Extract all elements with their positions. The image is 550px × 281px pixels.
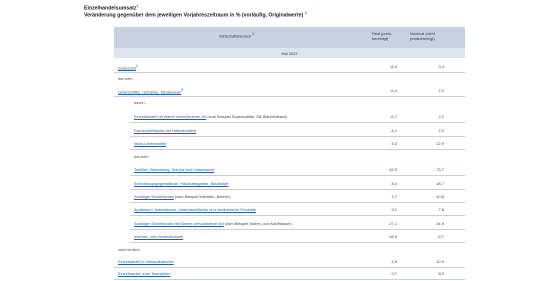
nominal-value: 12,9 bbox=[436, 141, 444, 146]
row-divider bbox=[130, 121, 465, 123]
row-link[interactable]: Sonstiger Einzelhandel bbox=[134, 194, 174, 199]
row-link[interactable]: Einrichtungsgegenstände, Haushaltsgeräte… bbox=[134, 181, 229, 186]
real-value: -6,4 bbox=[390, 88, 397, 93]
real-value: -8,4 bbox=[390, 64, 397, 69]
real-value: 8,4 bbox=[391, 181, 397, 186]
real-value: 2,9 bbox=[391, 259, 397, 264]
nominal-value: 18,7 bbox=[436, 181, 444, 186]
table-header: Wirtschaftsbereich 3 Real (preis-bereini… bbox=[114, 27, 465, 48]
page-subtitle: Veränderung gegenüber dem jeweiligen Vor… bbox=[84, 11, 307, 19]
nominal-value: 73,7 bbox=[436, 167, 444, 172]
row-link[interactable]: Lebensmittel, Getränke, Tabakwaren bbox=[118, 89, 181, 94]
period-header: Mai 2022 bbox=[114, 48, 465, 58]
section-label: davon: bbox=[134, 100, 146, 105]
table-row-label: Sonstiger Einzelhandel (zum Beispiel Int… bbox=[134, 194, 230, 199]
row-divider bbox=[130, 241, 465, 243]
header-wirtschaftsbereich: Wirtschaftsbereich 3 bbox=[218, 32, 255, 39]
row-divider bbox=[130, 188, 465, 190]
period-label: Mai 2022 bbox=[281, 50, 298, 56]
real-value: 63,3 bbox=[389, 167, 397, 172]
row-link[interactable]: Internet- und Versandhandel bbox=[134, 234, 183, 239]
nominal-value: 10,8 bbox=[436, 194, 444, 199]
row-divider bbox=[114, 95, 465, 97]
row-description: (zum Beispiel Intenden, Bücher) bbox=[173, 194, 231, 199]
table-row-label: Einzelhandel in Verkaufsräumen bbox=[118, 259, 174, 264]
real-value: 27,1 bbox=[389, 221, 397, 226]
table-row-label: Apotheken, kosmetische, pharmazeutische … bbox=[134, 207, 256, 212]
row-divider bbox=[130, 228, 465, 230]
nominal-value: 34,9 bbox=[436, 221, 444, 226]
real-value: 5,3 bbox=[391, 141, 397, 146]
row-divider bbox=[130, 135, 465, 137]
row-divider bbox=[130, 174, 465, 176]
row-link[interactable]: Sonstiger Einzelhandel mit Waren verschi… bbox=[134, 221, 224, 226]
table-row-label: Einzelhandel mit Waren verschiedener Art… bbox=[134, 114, 287, 119]
nominal-value: -9,7 bbox=[437, 234, 444, 239]
row-link[interactable]: Apotheken, kosmetische, pharmazeutische … bbox=[134, 207, 256, 212]
row-description: (zum Beispiel Waren- und Kaufhäuser) bbox=[223, 221, 292, 226]
row-link[interactable]: Nicht-Lebensmittel bbox=[134, 141, 166, 146]
row-description: (zum Beispiel Supermärkte, SB-Warenhäuse… bbox=[206, 114, 288, 119]
table-row-label: Einrichtungsgegenstände, Haushaltsgeräte… bbox=[134, 181, 229, 186]
row-link[interactable]: Facheinzelhandel mit Lebensmitteln bbox=[134, 128, 196, 133]
real-value: -16,9 bbox=[387, 234, 397, 239]
header-nominal: Nominal (nicht preisbereinigt) bbox=[410, 31, 435, 41]
table-row-label: Lebensmittel, Getränke, Tabakwaren5 bbox=[118, 88, 183, 94]
nominal-value: 2,2 bbox=[438, 128, 444, 133]
section-label: nachrichtlich: bbox=[118, 247, 141, 252]
row-divider bbox=[130, 148, 465, 150]
nominal-value: 8,9 bbox=[438, 271, 444, 276]
table-row-label: Sonstiger Einzelhandel mit Waren verschi… bbox=[134, 221, 292, 226]
table-row-label: Textilien, Bekleidung, Schuhe und Lederw… bbox=[134, 167, 214, 172]
real-value: 1,7 bbox=[391, 194, 397, 199]
real-value: 0,7 bbox=[391, 271, 397, 276]
footnote-ref[interactable]: 4 bbox=[136, 64, 138, 68]
table-row-label: Einzelhandel ohne Tankstellen bbox=[118, 271, 171, 276]
nominal-value: 2,2 bbox=[438, 114, 444, 119]
nominal-value: 2,2 bbox=[438, 88, 444, 93]
row-divider bbox=[114, 266, 465, 268]
real-value: -6,7 bbox=[390, 114, 397, 119]
section-label: darunter: bbox=[134, 154, 150, 159]
row-link[interactable]: Einzelhandel ohne Tankstellen bbox=[118, 271, 171, 276]
row-divider bbox=[114, 278, 465, 280]
row-divider bbox=[130, 201, 465, 203]
nominal-value: 7,8 bbox=[438, 207, 444, 212]
row-divider bbox=[114, 71, 465, 73]
header-real: Real (preis-bereinigt) bbox=[372, 31, 393, 41]
real-value: 5,1 bbox=[391, 207, 397, 212]
table-row-label: Nicht-Lebensmittel bbox=[134, 141, 166, 146]
table-row-label: Facheinzelhandel mit Lebensmitteln bbox=[134, 128, 196, 133]
row-link[interactable]: Textilien, Bekleidung, Schuhe und Lederw… bbox=[134, 167, 214, 172]
row-link[interactable]: Insgesamt bbox=[118, 65, 136, 70]
real-value: -4,1 bbox=[390, 128, 397, 133]
row-link[interactable]: Einzelhandel in Verkaufsräumen bbox=[118, 259, 174, 264]
nominal-value: 10,9 bbox=[436, 259, 444, 264]
table-row-label: Internet- und Versandhandel bbox=[134, 234, 183, 239]
row-divider bbox=[130, 214, 465, 216]
footnote-ref[interactable]: 5 bbox=[181, 88, 183, 92]
section-label: darunter: bbox=[118, 76, 134, 81]
row-link[interactable]: Einzelhandel mit Waren verschiedener Art bbox=[134, 114, 206, 119]
table-row-label: Insgesamt4 bbox=[118, 64, 138, 70]
nominal-value: 0,3 bbox=[438, 64, 444, 69]
